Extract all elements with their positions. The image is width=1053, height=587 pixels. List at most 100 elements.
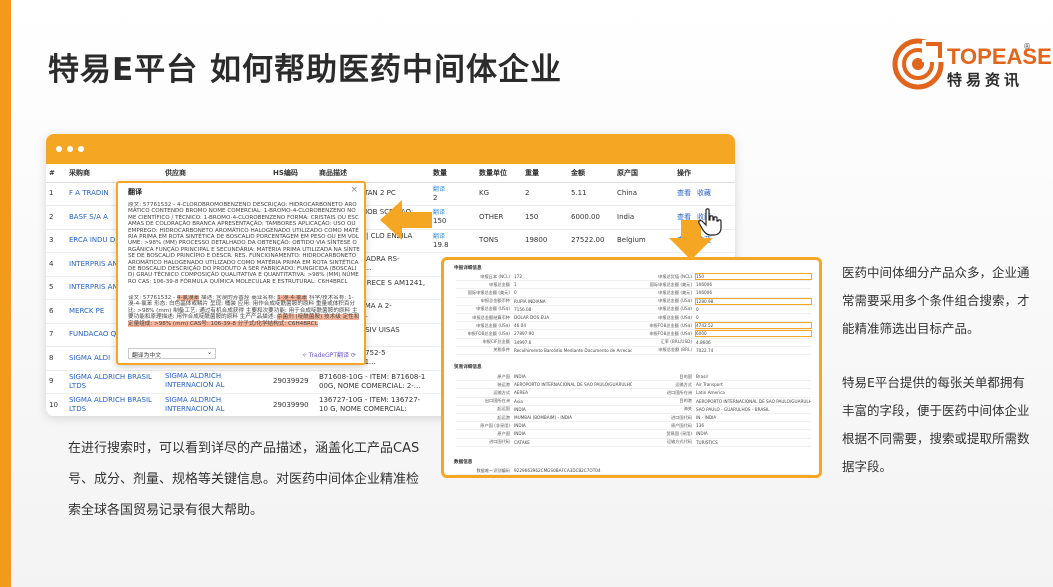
field-label: 原产国 <box>497 430 510 436</box>
close-icon[interactable]: × <box>350 185 358 195</box>
field-label: 起运港 <box>497 414 510 420</box>
field-label: 申报FOB总金额 (US$) <box>467 330 510 336</box>
cell-row-number: 9 <box>46 370 66 394</box>
detail-row: 起运港 MUMBAI (BOMBAIM) - INDIA 进口国代码 IN - IND… <box>456 414 811 423</box>
field-value: 4.8606 <box>696 339 711 345</box>
field-value: 136 <box>696 423 704 429</box>
amount-text: 6000.00 <box>571 212 600 221</box>
field-value: Air Transport <box>696 382 723 388</box>
column-header-unit[interactable]: 数量单位 <box>476 164 522 183</box>
column-header-origin[interactable]: 原产国 <box>614 164 674 183</box>
cell-amount: 5.11 <box>568 182 614 206</box>
field-value: SAO PAULO - GUARULHOS - BRASIL <box>696 406 770 412</box>
detail-section-title: 申报详细信息 <box>454 266 482 271</box>
field-value: 7156.08 <box>514 306 532 312</box>
field-label: 运输方式 <box>675 381 692 387</box>
brand-logo: TOPEASE ® 特易资讯 <box>892 36 1052 96</box>
field-label: 原产国代码 <box>671 422 692 428</box>
field-label: 申报总金额 (US$) <box>476 306 510 312</box>
origin-text: China <box>617 189 637 198</box>
translate-link[interactable]: 翻译 <box>433 186 445 193</box>
supplier-link-text[interactable]: SIGMA ALDRICH INTERNACION AL SWITZERLAND <box>165 396 267 415</box>
field-label: 申报FOB总金额 (US$) <box>649 322 692 328</box>
cell-origin: India <box>614 205 674 230</box>
detail-row: 装运港 AEROPORTO INTERNACIONAL DE SAO PAULO/… <box>456 381 811 390</box>
cell-supplier-link: SIGMA ALDRICH INTERNACION AL SWITZERLAND <box>162 393 270 416</box>
logo-registered-mark: ® <box>1023 42 1031 51</box>
detail-row: 出口国所在洲 Asia 目的港 AEROPORTO INTERNACIONAL DE … <box>456 398 811 406</box>
quantity-text: 19.8 <box>433 240 449 249</box>
column-header-actions: 操作 <box>674 164 735 183</box>
field-value: INDIA <box>514 431 526 437</box>
column-header-weight[interactable]: 重量 <box>522 164 568 183</box>
hs-code-text: 29039929 <box>273 377 309 386</box>
field-label: 汇率 (BRL/USD) <box>660 339 692 345</box>
column-header-amount[interactable]: 金额 <box>568 164 614 183</box>
window-dot-icon <box>78 146 84 152</box>
detail-row: 申报总金额结算币种 DOLAR DOS EUA 申报总金额 (US$) 0 <box>456 314 811 323</box>
detail-row: 原产国 INDIA 目的国 Brasil <box>456 373 811 382</box>
column-header-buyer[interactable]: 采购商 <box>66 164 162 183</box>
cell-unit: OTHER <box>476 205 522 230</box>
row-number-text: 9 <box>49 377 54 386</box>
detail-row: 原产国 INDIA 贸易国 (采用) INDIA <box>456 430 811 439</box>
column-header-description[interactable]: 商品描述 <box>316 164 430 183</box>
cell-quantity: 翻译 150 <box>430 205 476 230</box>
buyer-link-text[interactable]: SIGMA ALDRICH BRASIL LTDS <box>69 373 159 391</box>
detail-row: 申报总金额币种 RUPIA INDIANA 申报总金额 (US$) 1280.98 <box>456 297 812 306</box>
amount-text: 27522.00 <box>571 236 605 245</box>
logo-mark-icon <box>892 38 944 90</box>
cell-row-number: 4 <box>46 252 66 277</box>
popup-title: 翻译 <box>128 188 142 196</box>
detail-row: 进口国代码 CATAKE 运输方式代码 TURISTICS <box>456 439 811 447</box>
cell-row-number: 10 <box>46 393 66 416</box>
cell-buyer-link: SIGMA ALDRICH BRASIL LTDS <box>66 393 162 416</box>
window-dot-icon <box>67 146 73 152</box>
field-label: 运输方式代码 <box>666 439 692 445</box>
hs-code-text: 29039990 <box>273 400 309 409</box>
column-header-supplier[interactable]: 供应商 <box>162 164 270 183</box>
supplier-link-text[interactable]: SIGMA ALDRICH INTERNACION AL SWITZERLAND <box>165 372 267 391</box>
field-label: 起运国 <box>497 406 510 412</box>
cell-hs-code: 29039929 <box>270 370 316 394</box>
quantity-text: 2 <box>433 193 438 202</box>
buyer-link-text[interactable]: SIGMA ALDRICH BRASIL LTDS <box>69 396 159 414</box>
translate-language-select[interactable]: 翻译为中文 ⌄ <box>128 348 216 359</box>
row-number-text: 8 <box>49 353 54 362</box>
field-label: 国际申报总金额 (美元) <box>467 289 510 295</box>
cell-unit: KG <box>476 182 522 206</box>
field-label: 贸易国 (采用) <box>666 430 692 436</box>
origin-text: Belgium <box>617 236 646 245</box>
column-header-no: # <box>46 164 66 183</box>
field-value: Latin America <box>696 390 725 396</box>
field-value: 150 <box>695 273 812 281</box>
column-header-hs[interactable]: HS编码 <box>270 164 316 183</box>
cell-origin: Belgium <box>614 229 674 253</box>
tradegpt-translate-button[interactable]: ✧ TradeGPT翻译 ⟳ <box>302 350 356 359</box>
translate-link[interactable]: 翻译 <box>433 209 445 216</box>
description-text: 136727-10G - ITEM: 136727-10 G, NOME COM… <box>319 395 421 415</box>
declaration-fields: 申报日本 (NCL) 172 申报总货值 (NCL) 150 申报总金额 1 国际申报总金额… <box>456 273 812 355</box>
field-label: 申报总金额 (US$) <box>476 322 510 328</box>
favorite-link[interactable]: 收藏 <box>697 189 711 197</box>
amount-text: 5.11 <box>571 189 587 198</box>
field-value: 1280.98 <box>695 297 812 305</box>
translation-popup: 翻译 × 原文: 57761532 - 4-CLOROBROMOBENZENO … <box>116 181 366 365</box>
field-value: AEROPORTO INTERNACIONAL DE SAO PAULO/GUA… <box>514 382 632 388</box>
field-value: DOLAR DOS EUA <box>514 315 550 321</box>
page-title: 特易E平台 如何帮助医药中间体企业 <box>48 52 562 88</box>
field-value: 4742.52 <box>695 322 812 330</box>
detail-row: 申报CIF总金额 34997.6 汇率 (BRL/USD) 4.8606 <box>456 339 811 347</box>
field-value: 34997.6 <box>514 339 532 345</box>
field-value: 9229663962CMGS0BAFCA3DC82C7OT04 <box>514 468 601 474</box>
cell-weight: 2 <box>522 182 568 206</box>
view-link[interactable]: 查看 <box>677 189 691 197</box>
unit-text: TONS <box>479 236 499 245</box>
field-value: 106006 <box>696 290 712 296</box>
cell-row-number: 8 <box>46 346 66 371</box>
field-label: 申报CIF总金额 <box>482 339 510 345</box>
column-header-quantity[interactable]: 数量 <box>430 164 476 183</box>
translate-link[interactable]: 翻译 <box>433 233 445 240</box>
detail-row: 起运国 INDIA 海关 SAO PAULO - GUARULHOS - BRASIL <box>456 406 811 414</box>
field-label: 目的国 <box>679 373 692 379</box>
